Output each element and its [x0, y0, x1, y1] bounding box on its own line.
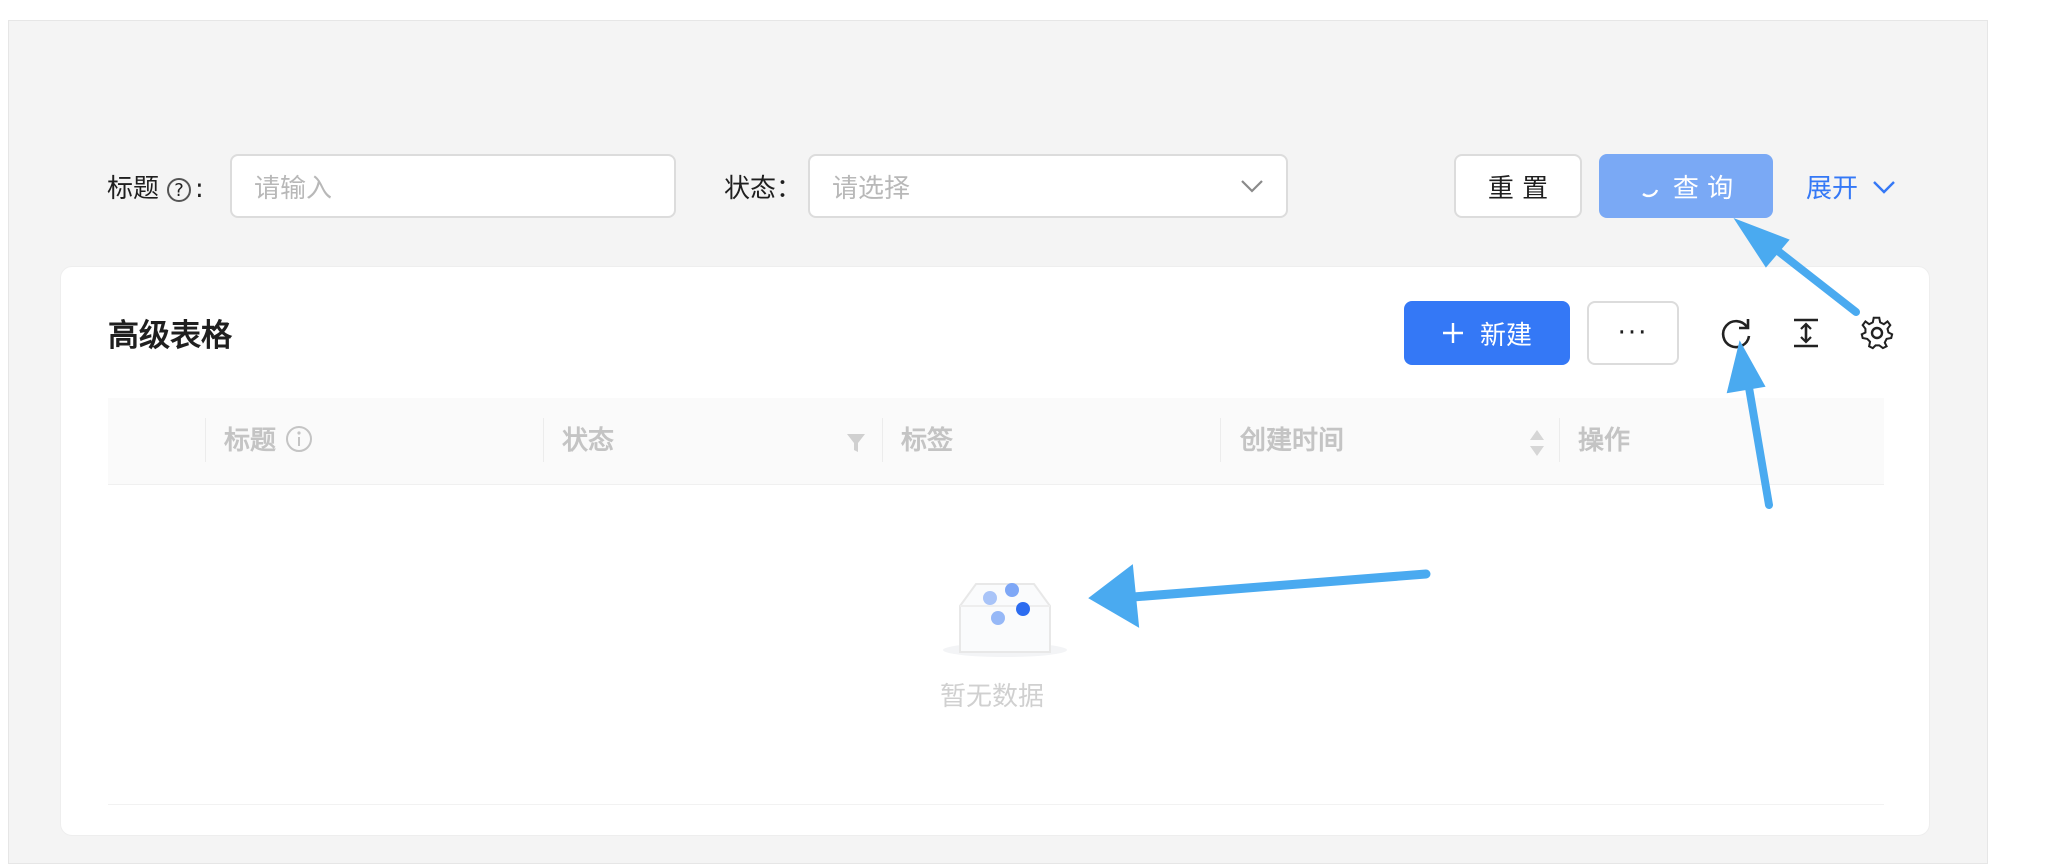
column-header-tags: 标签: [901, 426, 954, 456]
title-filter-label-text: 标题: [107, 174, 160, 204]
plus-icon: [1442, 323, 1463, 343]
title-input-placeholder: 请输入: [254, 173, 333, 204]
title-filter-colon: :: [195, 174, 204, 204]
expand-toggle[interactable]: 展开: [1806, 168, 1896, 205]
empty-text: 暂无数据: [940, 682, 1045, 712]
column-divider: [543, 418, 544, 462]
sort-icon[interactable]: [1528, 428, 1546, 458]
card-title: 高级表格: [108, 318, 232, 354]
column-divider: [1559, 418, 1560, 462]
query-button[interactable]: 查 询: [1599, 154, 1773, 218]
column-header-title: 标题: [224, 420, 314, 457]
info-icon[interactable]: [284, 424, 314, 454]
column-divider: [882, 418, 883, 462]
column-header-title-text: 标题: [224, 426, 277, 456]
table-bottom-divider: [108, 804, 1884, 805]
status-select-placeholder: 请选择: [832, 173, 911, 204]
column-header-actions: 操作: [1578, 426, 1631, 456]
column-header-status: 状态: [562, 426, 615, 456]
chevron-down-icon: [1241, 180, 1263, 193]
reset-button[interactable]: 重 置: [1454, 154, 1582, 218]
chevron-down-icon: [1873, 180, 1895, 194]
expand-toggle-label: 展开: [1806, 174, 1859, 204]
loading-spinner-icon: [1642, 189, 1658, 198]
column-header-created-at: 创建时间: [1240, 426, 1345, 456]
new-button-label: 新建: [1479, 320, 1532, 351]
query-button-label: 查 询: [1672, 173, 1734, 204]
question-circle-icon[interactable]: ?: [167, 177, 192, 202]
status-select[interactable]: 请选择: [808, 154, 1288, 218]
more-button[interactable]: ···: [1587, 301, 1679, 365]
empty-box-icon: [943, 583, 1067, 657]
new-button[interactable]: 新建: [1404, 301, 1570, 365]
gear-icon[interactable]: [1859, 315, 1895, 351]
refresh-icon[interactable]: [1718, 315, 1754, 351]
title-input[interactable]: 请输入: [230, 154, 676, 218]
title-filter-label: 标题?:: [107, 168, 204, 205]
status-filter-label: 状态：: [724, 174, 803, 204]
column-divider: [205, 418, 206, 462]
filter-icon[interactable]: [846, 432, 866, 454]
column-divider: [1220, 418, 1221, 462]
column-height-icon[interactable]: [1788, 315, 1824, 351]
